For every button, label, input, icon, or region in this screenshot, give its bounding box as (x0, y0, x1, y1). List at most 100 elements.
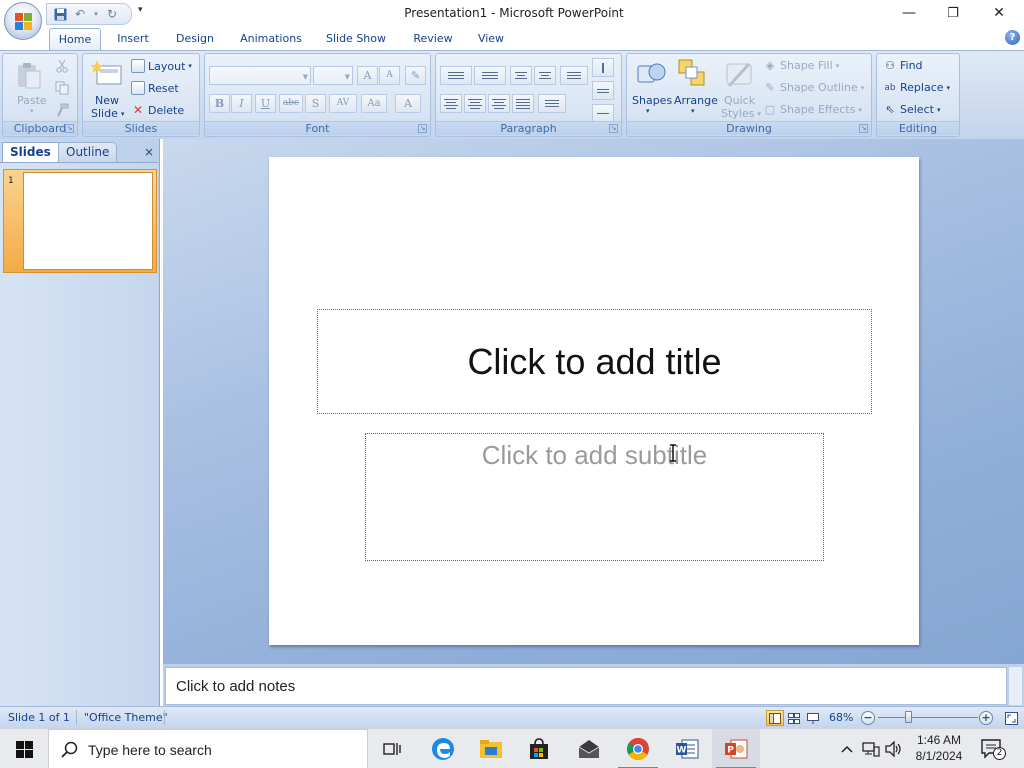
start-button[interactable] (0, 729, 48, 768)
mail-icon[interactable] (565, 729, 613, 768)
paste-dropdown-icon[interactable]: ▾ (30, 107, 34, 115)
close-button[interactable]: ✕ (976, 0, 1022, 26)
text-shadow-button[interactable]: S (305, 94, 326, 113)
tab-review[interactable]: Review (406, 28, 460, 50)
character-spacing-button[interactable]: AV (329, 94, 357, 113)
help-button[interactable]: ? (1005, 30, 1020, 45)
slide-show-view-icon[interactable] (804, 710, 822, 726)
zoom-slider-thumb[interactable] (905, 711, 912, 723)
select-button[interactable]: ⇖ Select ▾ (883, 103, 940, 116)
quick-styles-button[interactable]: Quick (724, 94, 755, 107)
word-icon[interactable]: W (663, 729, 711, 768)
numbering-button[interactable] (474, 66, 506, 85)
align-center-button[interactable] (464, 94, 486, 113)
font-size-combo[interactable]: ▼ (313, 66, 353, 85)
dialog-launcher-icon[interactable]: ↘ (65, 124, 74, 133)
copy-icon[interactable] (55, 81, 69, 95)
tab-animations[interactable]: Animations (234, 28, 308, 50)
new-slide-button[interactable]: New (95, 94, 119, 107)
grow-font-button[interactable]: A (357, 66, 378, 85)
minimize-button[interactable]: — (886, 0, 932, 26)
align-right-button[interactable] (488, 94, 510, 113)
taskbar-search[interactable]: Type here to search (48, 729, 368, 768)
file-explorer-icon[interactable] (467, 729, 515, 768)
chevron-up-icon[interactable] (838, 740, 856, 758)
slide-thumbnail[interactable] (23, 172, 153, 270)
network-icon[interactable] (862, 740, 880, 758)
arrange-button[interactable]: Arrange (674, 94, 718, 107)
chrome-icon[interactable] (614, 729, 662, 768)
shrink-font-button[interactable]: A (379, 66, 400, 85)
align-left-button[interactable] (440, 94, 462, 113)
normal-view-icon[interactable] (766, 710, 784, 726)
strikethrough-button[interactable]: abc (279, 94, 303, 113)
cut-icon[interactable] (55, 59, 69, 73)
tab-home[interactable]: Home (49, 28, 101, 50)
line-spacing-button[interactable] (560, 66, 588, 85)
shape-outline-button[interactable]: ✎ Shape Outline ▾ (763, 81, 864, 94)
subtitle-placeholder[interactable]: Click to add subtitle (365, 433, 824, 561)
system-clock[interactable]: 1:46 AM 8/1/2024 (908, 732, 970, 764)
tab-view[interactable]: View (470, 28, 512, 50)
replace-button[interactable]: ab Replace ▾ (883, 81, 950, 94)
layout-label: Layout (148, 59, 186, 73)
layout-button[interactable]: Layout ▾ (131, 59, 192, 73)
new-slide-dropdown[interactable]: Slide ▾ (91, 107, 124, 120)
change-case-button[interactable]: Aa (361, 94, 387, 113)
delete-button[interactable]: ✕ Delete (131, 103, 184, 117)
paste-button[interactable]: Paste (17, 94, 47, 107)
office-button[interactable] (4, 2, 42, 40)
notes-field[interactable]: Click to add notes (165, 667, 1007, 705)
close-panel-icon[interactable]: × (144, 145, 154, 159)
separator (76, 710, 77, 725)
task-view-icon[interactable] (368, 729, 416, 768)
fit-to-window-icon[interactable] (1002, 710, 1020, 726)
reset-button[interactable]: Reset (131, 81, 179, 95)
dialog-launcher-icon[interactable]: ↘ (859, 124, 868, 133)
dropdown-arrow-icon[interactable]: ▾ (646, 107, 650, 115)
tab-insert[interactable]: Insert (110, 28, 156, 50)
slide-sorter-view-icon[interactable] (785, 710, 803, 726)
dialog-launcher-icon[interactable]: ↘ (609, 124, 618, 133)
clear-formatting-icon[interactable]: ✎ (405, 66, 426, 85)
columns-button[interactable] (538, 94, 566, 113)
tab-slide-show[interactable]: Slide Show (320, 28, 392, 50)
bullets-button[interactable] (440, 66, 472, 85)
store-icon[interactable] (515, 729, 563, 768)
shape-fill-button[interactable]: ◈ Shape Fill ▾ (763, 59, 839, 72)
zoom-in-button[interactable]: + (979, 711, 993, 725)
dropdown-arrow-icon[interactable]: ▾ (691, 107, 695, 115)
title-placeholder[interactable]: Click to add title (317, 309, 872, 414)
justify-button[interactable] (512, 94, 534, 113)
align-text-icon[interactable] (592, 81, 614, 100)
bold-button[interactable]: B (209, 94, 230, 113)
font-color-button[interactable]: A (395, 94, 421, 113)
font-family-combo[interactable]: ▼ (209, 66, 311, 85)
notifications-button[interactable]: 2 (980, 737, 1006, 761)
tab-slides[interactable]: Slides (2, 142, 59, 162)
underline-button[interactable]: U (255, 94, 276, 113)
volume-icon[interactable] (885, 740, 903, 758)
shape-effects-button[interactable]: ▢ Shape Effects ▾ (763, 103, 862, 116)
italic-button[interactable]: I (231, 94, 252, 113)
shapes-button[interactable]: Shapes (632, 94, 672, 107)
maximize-button[interactable]: ❐ (930, 0, 976, 26)
zoom-out-button[interactable]: − (861, 711, 875, 725)
slide-thumbnail-selected[interactable]: 1 (3, 169, 157, 273)
increase-indent-button[interactable] (534, 66, 556, 85)
tab-outline[interactable]: Outline (58, 142, 118, 162)
tab-design[interactable]: Design (170, 28, 220, 50)
edge-icon[interactable] (419, 729, 467, 768)
decrease-indent-button[interactable] (510, 66, 532, 85)
shape-outline-label: Shape Outline (780, 81, 858, 94)
text-direction-icon[interactable] (592, 58, 614, 77)
slide-canvas[interactable]: Click to add title Click to add subtitle (269, 157, 919, 645)
notes-scrollbar[interactable] (1008, 667, 1022, 705)
find-button[interactable]: ⚇ Find (883, 59, 922, 72)
format-painter-icon[interactable] (55, 103, 69, 117)
notes-placeholder: Click to add notes (176, 678, 296, 695)
powerpoint-icon[interactable]: P (712, 729, 760, 768)
dialog-launcher-icon[interactable]: ↘ (418, 124, 427, 133)
zoom-percent[interactable]: 68% (829, 711, 853, 724)
zoom-slider[interactable] (878, 717, 978, 718)
